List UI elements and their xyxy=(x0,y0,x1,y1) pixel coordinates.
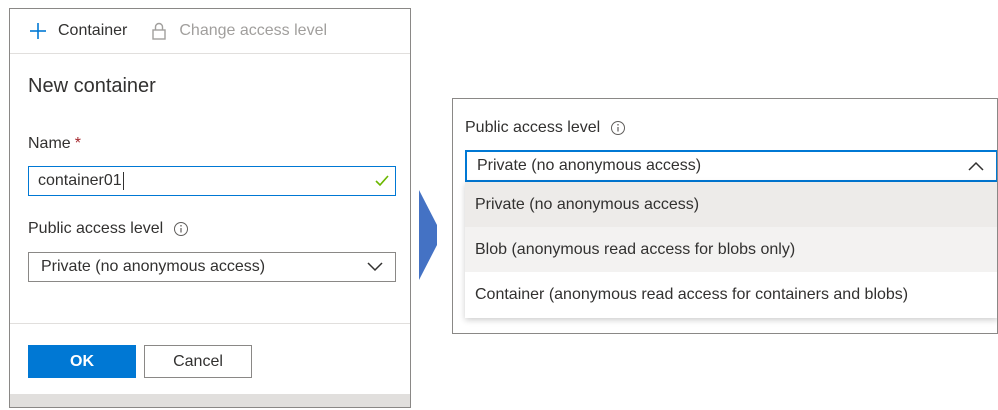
name-input[interactable]: container01 xyxy=(28,166,396,196)
dropdown-access-label: Public access level xyxy=(465,119,626,137)
access-level-select-value: Private (no anonymous access) xyxy=(41,258,266,275)
bottom-scroll-area xyxy=(10,394,410,407)
plus-icon xyxy=(30,23,46,39)
access-level-label: Public access level xyxy=(28,220,189,238)
access-level-dropdown-panel: Public access level Private (no anonymou… xyxy=(452,98,998,334)
chevron-up-icon xyxy=(968,161,984,171)
change-access-level-button[interactable]: Change access level xyxy=(149,9,327,53)
access-level-selected-value: Private (no anonymous access) xyxy=(477,157,702,174)
ok-button[interactable]: OK xyxy=(28,345,136,378)
check-icon xyxy=(375,175,389,187)
chevron-down-icon xyxy=(367,262,383,272)
access-level-label-text: Public access level xyxy=(28,220,164,237)
arrow-right-icon xyxy=(419,190,437,280)
dropdown-list: Private (no anonymous access) Blob (anon… xyxy=(465,182,997,318)
info-icon[interactable] xyxy=(173,221,189,237)
access-level-select-open[interactable]: Private (no anonymous access) xyxy=(465,150,997,182)
access-level-select[interactable]: Private (no anonymous access) xyxy=(28,252,396,282)
add-container-label: Container xyxy=(58,22,128,39)
name-label: Name * xyxy=(28,135,81,153)
panel-title: New container xyxy=(28,75,156,97)
change-access-label: Change access level xyxy=(179,22,328,39)
text-cursor xyxy=(122,172,124,190)
option-private[interactable]: Private (no anonymous access) xyxy=(465,182,997,227)
new-container-panel: Container Change access level New contai… xyxy=(9,8,411,408)
name-label-text: Name xyxy=(28,135,71,152)
toolbar: Container Change access level xyxy=(10,9,410,54)
option-container[interactable]: Container (anonymous read access for con… xyxy=(465,272,997,317)
lock-icon xyxy=(152,22,167,40)
cancel-button[interactable]: Cancel xyxy=(144,345,252,378)
dropdown-access-label-text: Public access level xyxy=(465,119,601,136)
option-blob[interactable]: Blob (anonymous read access for blobs on… xyxy=(465,227,997,272)
name-input-value: container01 xyxy=(38,172,122,189)
footer-divider xyxy=(10,323,410,324)
required-marker: * xyxy=(74,135,81,152)
info-icon[interactable] xyxy=(610,120,626,136)
add-container-button[interactable]: Container xyxy=(28,9,127,53)
